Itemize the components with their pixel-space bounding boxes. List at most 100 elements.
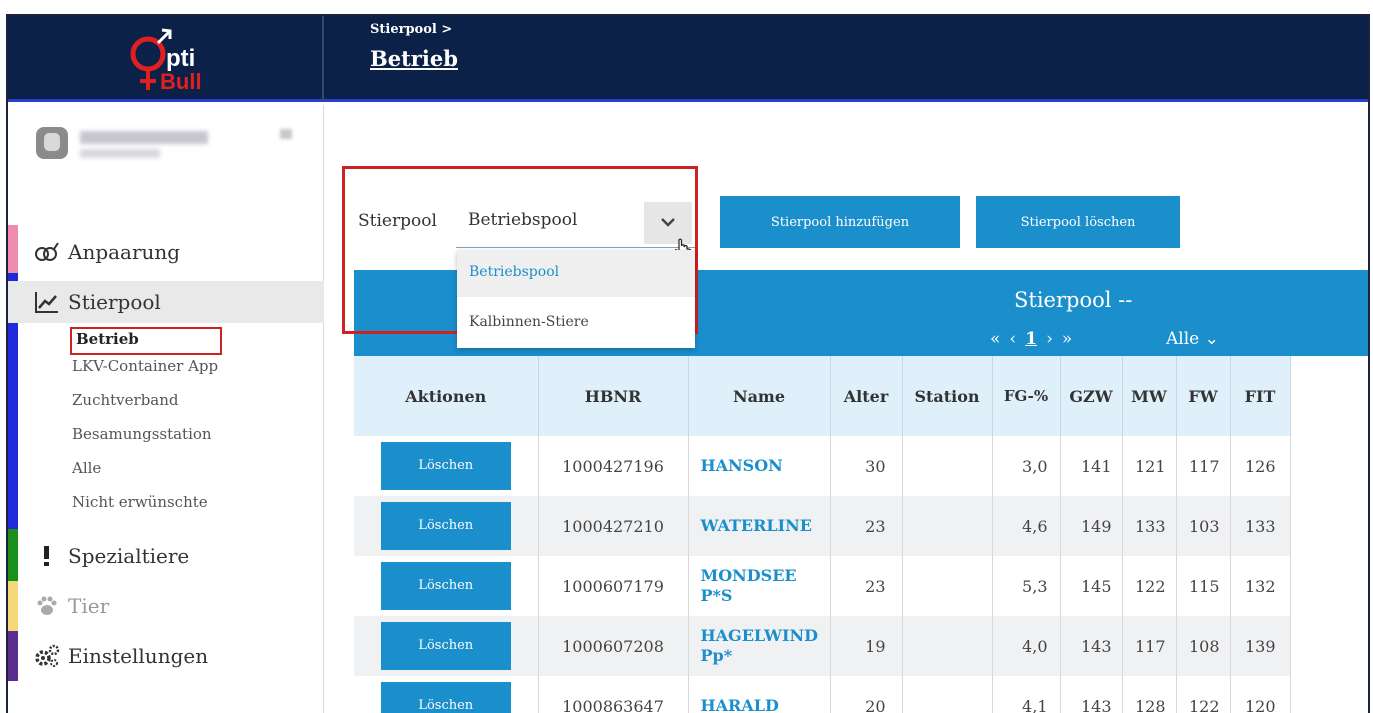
gzw-cell: 149 [1060, 496, 1123, 556]
bull-name-link[interactable]: HAGELWIND Pp* [701, 626, 821, 666]
bull-name-link[interactable]: MONDSEE P*S [701, 566, 811, 606]
hbnr-cell: 1000427196 [538, 436, 689, 496]
rings-icon [35, 242, 59, 261]
alter-cell: 20 [830, 676, 903, 713]
fg-cell: 4,0 [992, 616, 1061, 676]
subitem-lkv-container-app[interactable]: LKV-Container App [72, 357, 218, 375]
sidebar-item-einstellungen[interactable]: Einstellungen [8, 635, 324, 677]
current-page[interactable]: 1 [1025, 329, 1037, 349]
fit-cell: 133 [1230, 496, 1291, 556]
gzw-cell: 143 [1060, 676, 1123, 713]
hbnr-cell: 1000863647 [538, 676, 689, 713]
table-row: Löschen 1000427210 WATERLINE 23 4,6 149 … [354, 496, 1291, 556]
top-bar: pti Bull Stierpool > Betrieb [8, 16, 1368, 102]
fit-cell: 132 [1230, 556, 1291, 616]
next-page-button[interactable]: › [1046, 329, 1053, 349]
fg-cell: 4,1 [992, 676, 1061, 713]
subitem-betrieb[interactable]: Betrieb [70, 327, 222, 355]
action-cell: Löschen [354, 496, 539, 556]
gzw-cell: 145 [1060, 556, 1123, 616]
mw-cell: 128 [1122, 676, 1177, 713]
name-cell: HAGELWIND Pp* [688, 616, 831, 676]
page-title: Betrieb [370, 46, 458, 71]
col-gzw[interactable]: GZW [1060, 356, 1123, 436]
col-mw[interactable]: MW [1122, 356, 1177, 436]
app-window: pti Bull Stierpool > Betrieb Anpaarung S… [6, 14, 1370, 713]
col-hbnr[interactable]: HBNR [538, 356, 689, 436]
table-row: Löschen 1000607179 MONDSEE P*S 23 5,3 14… [354, 556, 1291, 616]
gears-icon [35, 644, 60, 667]
stier-table: Aktionen HBNR Name Alter Station FG-% GZ… [354, 356, 1291, 713]
sidebar-item-label: Einstellungen [68, 644, 209, 668]
subitem-nicht-erwuenschte[interactable]: Nicht erwünschte [72, 493, 208, 511]
table-header-row: Aktionen HBNR Name Alter Station FG-% GZ… [354, 356, 1291, 436]
alter-cell: 23 [830, 496, 903, 556]
mw-cell: 117 [1122, 616, 1177, 676]
alter-cell: 19 [830, 616, 903, 676]
hbnr-cell: 1000607208 [538, 616, 689, 676]
bull-name-link[interactable]: HARALD [701, 696, 779, 713]
hbnr-cell: 1000607179 [538, 556, 689, 616]
alter-cell: 30 [830, 436, 903, 496]
delete-row-button[interactable]: Löschen [380, 622, 511, 670]
delete-row-button[interactable]: Löschen [380, 502, 511, 550]
col-aktionen[interactable]: Aktionen [354, 356, 539, 436]
subitem-zuchtverband[interactable]: Zuchtverband [72, 391, 179, 409]
last-page-button[interactable]: » [1062, 329, 1072, 349]
bull-name-link[interactable]: HANSON [701, 456, 783, 476]
col-name[interactable]: Name [688, 356, 831, 436]
action-cell: Löschen [354, 436, 539, 496]
delete-stierpool-button[interactable]: Stierpool löschen [976, 196, 1180, 248]
fg-cell: 3,0 [992, 436, 1061, 496]
delete-row-button[interactable]: Löschen [380, 682, 511, 713]
delete-row-button[interactable]: Löschen [380, 442, 511, 490]
delete-row-button[interactable]: Löschen [380, 562, 511, 610]
col-fw[interactable]: FW [1176, 356, 1231, 436]
subitem-alle[interactable]: Alle [72, 459, 101, 477]
table-row: Löschen 1000607208 HAGELWIND Pp* 19 4,0 … [354, 616, 1291, 676]
mw-cell: 122 [1122, 556, 1177, 616]
alter-cell: 23 [830, 556, 903, 616]
menu-icon[interactable] [280, 129, 292, 139]
subitem-besamungsstation[interactable]: Besamungsstation [72, 425, 212, 443]
sidebar-item-label: Anpaarung [68, 240, 181, 264]
sidebar-item-stierpool[interactable]: Stierpool [8, 281, 324, 323]
table-title: Stierpool -- [1014, 288, 1133, 312]
sidebar-item-spezialtiere[interactable]: Spezialtiere [8, 535, 324, 577]
option-betriebspool[interactable]: Betriebspool [457, 250, 695, 297]
add-stierpool-button[interactable]: Stierpool hinzufügen [720, 196, 960, 248]
gzw-cell: 143 [1060, 616, 1123, 676]
prev-page-button[interactable]: ‹ [1009, 329, 1016, 349]
fit-cell: 139 [1230, 616, 1291, 676]
fw-cell: 122 [1176, 676, 1231, 713]
optibull-logo[interactable]: pti Bull [120, 26, 230, 96]
sidebar-item-anpaarung[interactable]: Anpaarung [8, 231, 324, 273]
avatar [36, 127, 68, 159]
option-kalbinnen-stiere[interactable]: Kalbinnen-Stiere [457, 300, 695, 347]
name-cell: MONDSEE P*S [688, 556, 831, 616]
user-detail-blurred [80, 149, 160, 158]
col-fg[interactable]: FG-% [992, 356, 1061, 436]
breadcrumb[interactable]: Stierpool > [370, 22, 452, 37]
fit-cell: 120 [1230, 676, 1291, 713]
name-cell: HARALD [688, 676, 831, 713]
fw-cell: 117 [1176, 436, 1231, 496]
col-station[interactable]: Station [902, 356, 993, 436]
pagination: « ‹ 1 › » [990, 329, 1072, 349]
col-alter[interactable]: Alter [830, 356, 903, 436]
sidebar-item-label: Stierpool [68, 290, 161, 314]
first-page-button[interactable]: « [990, 329, 1000, 349]
col-fit[interactable]: FIT [1230, 356, 1291, 436]
sidebar-item-tier[interactable]: Tier [8, 585, 324, 627]
fw-cell: 115 [1176, 556, 1231, 616]
fg-cell: 4,6 [992, 496, 1061, 556]
fw-cell: 103 [1176, 496, 1231, 556]
name-cell: WATERLINE [688, 496, 831, 556]
station-cell [902, 616, 993, 676]
station-cell [902, 496, 993, 556]
sidebar-item-label: Tier [68, 594, 110, 618]
user-profile[interactable] [32, 121, 312, 181]
bull-name-link[interactable]: WATERLINE [701, 516, 812, 536]
page-size-select[interactable]: Alle ⌄ [1166, 329, 1219, 349]
station-cell [902, 436, 993, 496]
